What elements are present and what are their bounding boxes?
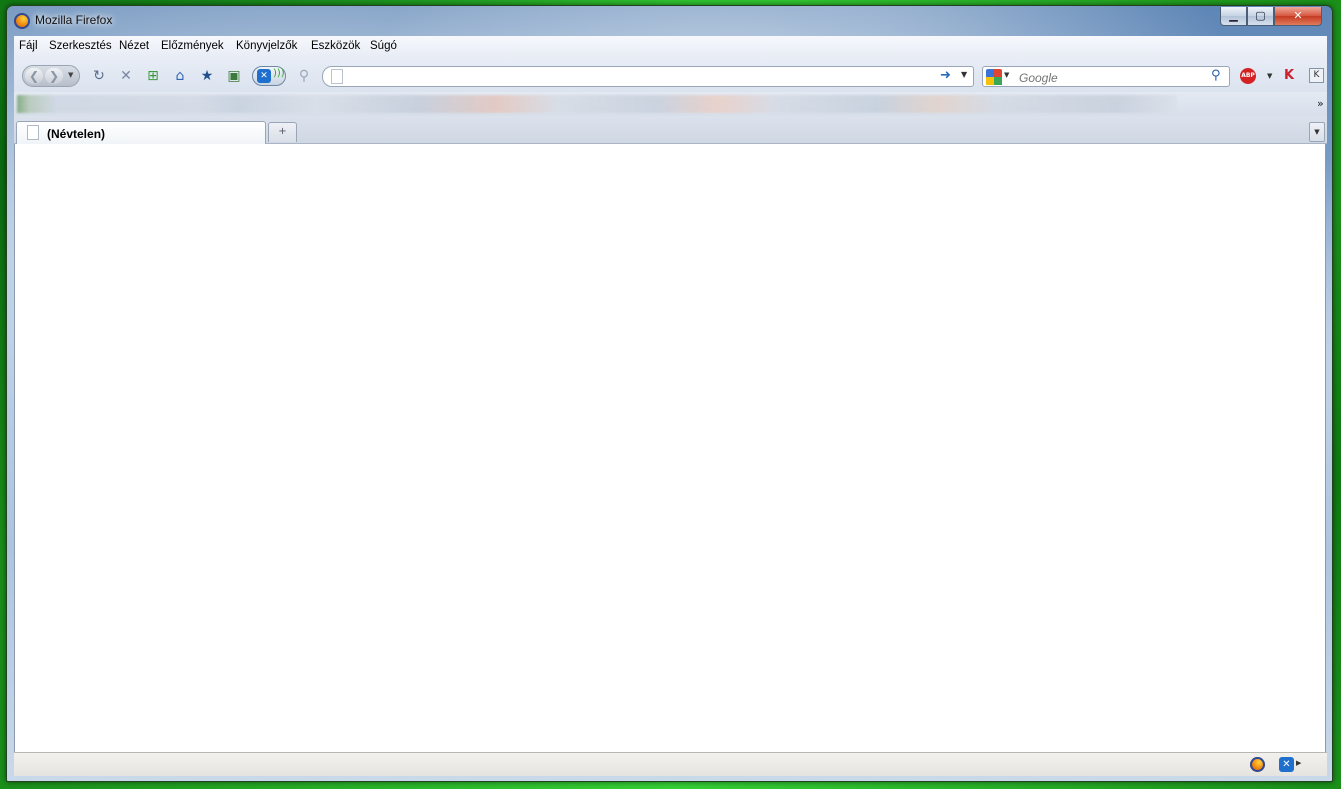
go-arrow-icon[interactable]: ➜ [940,68,951,83]
xmarks-status-arrow-icon[interactable]: ▶ [1296,759,1301,767]
bookmarks-items-blurred[interactable] [17,95,1177,113]
search-bar[interactable]: ▼ ⚲ [982,66,1230,87]
menu-help[interactable]: Súgó [370,40,397,52]
menu-bookmarks[interactable]: Könyvjelzők [236,40,297,52]
window-title: Mozilla Firefox [35,13,113,27]
firefox-status-icon[interactable] [1250,757,1265,772]
page-icon [331,69,343,84]
forward-icon[interactable]: ❯ [45,68,63,84]
status-bar: ✕ ▶ [14,752,1327,776]
url-input[interactable] [349,68,933,87]
search-magnifier-icon[interactable]: ⚲ [296,68,312,84]
new-tab-button[interactable]: + [268,122,297,142]
bookmark-star-icon[interactable]: ★ [199,68,215,84]
browser-window: Mozilla Firefox ▁ ▢ ✕ Fájl Szerkesztés N… [6,5,1333,782]
tab-strip: (Névtelen) + ▼ [14,116,1327,144]
tab-untitled[interactable]: (Névtelen) [16,121,266,144]
back-icon[interactable]: ❮ [25,68,43,84]
home-icon[interactable]: ⌂ [172,68,188,84]
menu-edit[interactable]: Szerkesztés [49,40,112,52]
menu-bar: Fájl Szerkesztés Nézet Előzmények Könyvj… [14,36,1327,58]
xmarks-sync-icon[interactable]: ✕ ))) [252,66,286,86]
engine-dropdown-icon[interactable]: ▼ [1004,71,1009,79]
firefox-icon [14,13,30,29]
abp-dropdown-icon[interactable]: ▼ [1267,72,1272,80]
search-go-icon[interactable]: ⚲ [1211,68,1221,83]
address-bar[interactable]: ➜ ▼ [322,66,974,87]
all-tabs-dropdown-icon[interactable]: ▼ [1309,122,1325,142]
title-bar[interactable]: Mozilla Firefox ▁ ▢ ✕ [7,6,1332,36]
new-page-icon[interactable]: ⊞ [145,68,161,84]
minimize-button[interactable]: ▁ [1220,7,1247,26]
close-button[interactable]: ✕ [1274,7,1322,26]
search-input[interactable] [1017,68,1211,87]
back-forward-group: ❮ ❯ ▼ [22,65,80,87]
menu-view[interactable]: Nézet [119,40,149,52]
google-engine-icon[interactable] [986,69,1002,85]
reload-icon[interactable]: ↻ [91,68,107,84]
menu-history[interactable]: Előzmények [161,40,224,52]
url-dropdown-icon[interactable]: ▼ [961,70,967,79]
screenshot-icon[interactable]: ▣ [226,68,242,84]
bookmarks-overflow-icon[interactable]: » [1317,97,1324,110]
maximize-button[interactable]: ▢ [1247,7,1274,26]
menu-file[interactable]: Fájl [19,40,38,52]
bookmarks-toolbar: » [14,92,1327,116]
kaspersky-icon[interactable]: K [1284,68,1298,84]
navigation-toolbar: ❮ ❯ ▼ ↻ ✕ ⊞ ⌂ ★ ▣ ✕ ))) ⚲ ➜ ▼ ▼ ⚲ ABP ▼ … [14,58,1327,92]
xmarks-status-icon[interactable]: ✕ [1279,757,1294,772]
abp-icon[interactable]: ABP [1240,68,1256,84]
tab-page-icon [27,125,39,140]
page-content[interactable] [14,144,1326,753]
menu-tools[interactable]: Eszközök [311,40,360,52]
k-button-icon[interactable]: K [1309,68,1324,83]
tab-label: (Névtelen) [47,127,106,141]
history-dropdown-icon[interactable]: ▼ [68,71,73,79]
stop-icon[interactable]: ✕ [118,68,134,84]
